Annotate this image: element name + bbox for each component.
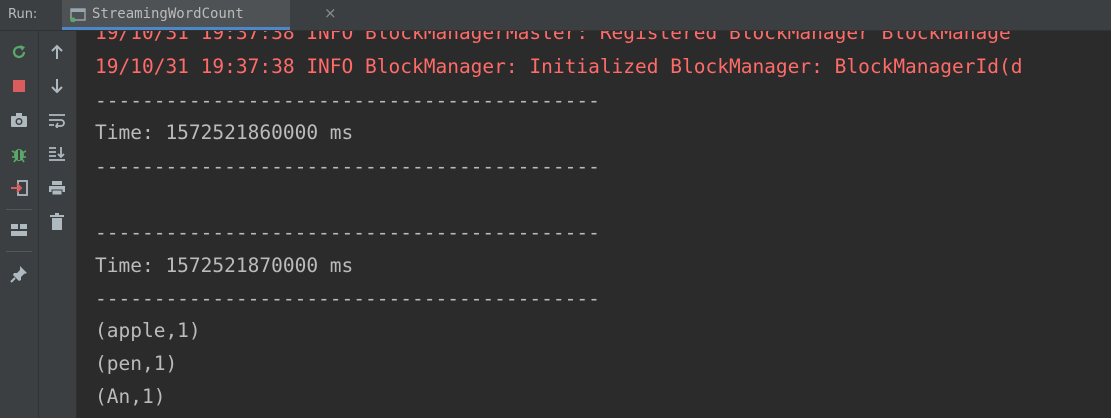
bug-icon[interactable] bbox=[7, 142, 31, 166]
word-count-line: (apple,1) bbox=[95, 319, 201, 342]
log-line: 19/10/31 19:37:38 INFO BlockManager: Ini… bbox=[95, 55, 1023, 78]
pin-icon[interactable] bbox=[7, 262, 31, 286]
scroll-to-end-icon[interactable] bbox=[45, 142, 69, 166]
tab-title: StreamingWordCount bbox=[92, 6, 244, 22]
console-actions-toolbar bbox=[39, 31, 77, 418]
soft-wrap-icon[interactable] bbox=[45, 108, 69, 132]
rerun-icon[interactable] bbox=[7, 40, 31, 64]
toolbar-divider bbox=[6, 251, 32, 252]
console-window-icon bbox=[70, 7, 86, 23]
arrow-up-icon[interactable] bbox=[45, 40, 69, 64]
print-icon[interactable] bbox=[45, 176, 69, 200]
log-line: 19/10/31 19:37:38 INFO BlockManagerMaste… bbox=[95, 31, 1011, 44]
exit-icon[interactable] bbox=[7, 176, 31, 200]
tab-streaming-word-count[interactable]: StreamingWordCount × bbox=[62, 0, 337, 30]
run-tool-window-header: Run: StreamingWordCount × bbox=[0, 0, 1111, 31]
separator-line: ----------------------------------------… bbox=[95, 89, 600, 112]
stop-icon[interactable] bbox=[7, 74, 31, 98]
separator-line: ----------------------------------------… bbox=[95, 155, 600, 178]
camera-icon[interactable] bbox=[7, 108, 31, 132]
toolbar-divider bbox=[6, 209, 32, 210]
header-end bbox=[1091, 0, 1111, 30]
batch-time-line: Time: 1572521860000 ms bbox=[95, 121, 354, 144]
batch-time-line: Time: 1572521870000 ms bbox=[95, 254, 354, 277]
close-tab-icon[interactable]: × bbox=[324, 4, 337, 22]
run-actions-toolbar bbox=[0, 31, 39, 418]
arrow-down-icon[interactable] bbox=[45, 74, 69, 98]
run-label: Run: bbox=[8, 7, 38, 22]
separator-line: ----------------------------------------… bbox=[95, 287, 600, 310]
word-count-line: (An,1) bbox=[95, 385, 166, 408]
trash-icon[interactable] bbox=[45, 210, 69, 234]
word-count-line: (pen,1) bbox=[95, 352, 178, 375]
separator-line: ----------------------------------------… bbox=[95, 221, 600, 244]
console-output[interactable]: 19/10/31 19:37:38 INFO BlockManagerMaste… bbox=[77, 31, 1111, 418]
layout-icon[interactable] bbox=[7, 218, 31, 242]
